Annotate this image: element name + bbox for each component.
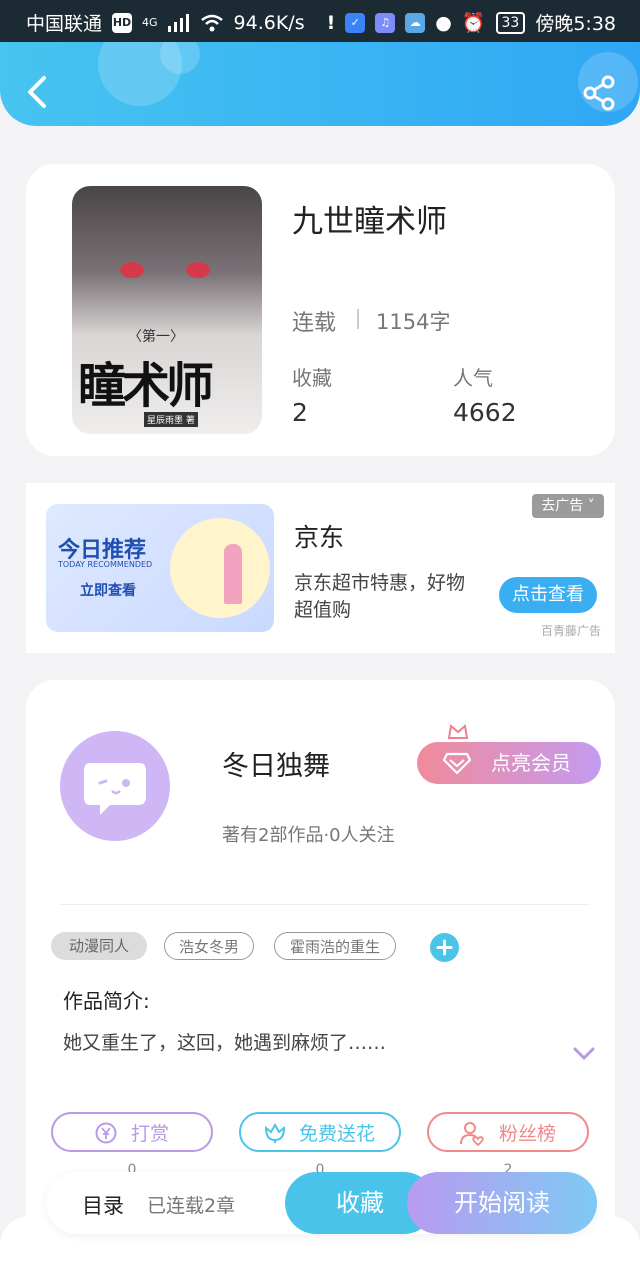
vip-button[interactable]: 点亮会员 bbox=[417, 742, 601, 784]
divider bbox=[357, 309, 359, 329]
popularity-value: 4662 bbox=[453, 398, 517, 427]
clock: 傍晚5:38 bbox=[535, 13, 616, 35]
book-cover[interactable]: 〈第一〉 瞳术师 星辰雨墨 著 bbox=[72, 186, 262, 434]
ad-image-figure bbox=[224, 544, 242, 604]
fan-ranking-label: 粉丝榜 bbox=[499, 1123, 557, 1145]
serial-status: 连载 bbox=[292, 311, 337, 336]
ad-source: 百青藤广告 bbox=[541, 624, 602, 638]
flower-icon bbox=[264, 1122, 286, 1143]
battery-indicator: 33 bbox=[495, 11, 526, 34]
crown-icon bbox=[447, 724, 469, 739]
user-heart-icon bbox=[460, 1122, 484, 1146]
cover-author: 星辰雨墨 著 bbox=[144, 412, 198, 427]
header-decoration bbox=[160, 42, 200, 74]
remove-ad-button[interactable]: 去广告 ˅ bbox=[532, 494, 604, 518]
avatar[interactable] bbox=[60, 731, 170, 841]
alarm-icon: ⏰ bbox=[461, 12, 486, 34]
author-stats: 著有2部作品·0人关注 bbox=[222, 825, 395, 846]
start-reading-button[interactable]: 开始阅读 bbox=[407, 1172, 597, 1234]
music-icon: ♫ bbox=[375, 12, 396, 33]
hd-icon: HD bbox=[112, 12, 133, 33]
add-tag-icon[interactable] bbox=[430, 933, 459, 962]
tag[interactable]: 动漫同人 bbox=[51, 932, 147, 960]
message-icon: ● bbox=[435, 11, 452, 34]
divider bbox=[60, 904, 590, 905]
book-title: 九世瞳术师 bbox=[292, 204, 447, 240]
wifi-icon bbox=[200, 14, 223, 31]
network-speed: 94.6K/s bbox=[233, 11, 305, 34]
ad-description: 京东超市特惠，好物超值购 bbox=[294, 572, 466, 621]
network-type-label: 4G bbox=[142, 16, 158, 29]
ad-image-subtitle: TODAY RECOMMENDED bbox=[58, 560, 153, 569]
intro-text: 她又重生了，这回，她遇到麻烦了…… bbox=[63, 1032, 387, 1054]
favorites-label: 收藏 bbox=[292, 366, 332, 390]
status-bar: 中国联通 HD 4G 94.6K/s ! ✓ ♫ ☁ ● ⏰ 33 傍晚5:38 bbox=[0, 0, 640, 42]
signal-icon bbox=[167, 13, 189, 32]
word-count: 1154字 bbox=[376, 310, 451, 334]
share-icon[interactable] bbox=[580, 74, 618, 112]
intro-label: 作品简介: bbox=[63, 989, 150, 1013]
carrier-label: 中国联通 bbox=[26, 13, 103, 35]
send-flower-button[interactable]: 免费送花 bbox=[239, 1112, 401, 1152]
ad-title: 京东 bbox=[294, 523, 345, 552]
header-bar bbox=[0, 42, 640, 126]
tag[interactable]: 霍雨浩的重生 bbox=[274, 932, 396, 960]
weather-icon: ☁ bbox=[405, 12, 426, 33]
alert-icon: ! bbox=[326, 11, 336, 34]
ad-image-cta: 立即查看 bbox=[80, 583, 136, 599]
reward-label: 打赏 bbox=[131, 1123, 170, 1145]
author-name: 冬日独舞 bbox=[222, 751, 330, 782]
favorites-value: 2 bbox=[292, 398, 308, 427]
chapter-count: 已连载2章 bbox=[147, 1195, 236, 1217]
ad-view-button[interactable]: 点击查看 bbox=[499, 577, 597, 613]
chevron-down-icon[interactable] bbox=[572, 1044, 596, 1062]
chevron-left-icon[interactable] bbox=[22, 74, 54, 110]
chat-bubble-icon bbox=[84, 763, 146, 815]
send-flower-label: 免费送花 bbox=[299, 1123, 376, 1145]
table-of-contents-button[interactable]: 目录 bbox=[82, 1190, 124, 1220]
shield-icon: ✓ bbox=[345, 12, 366, 33]
vip-button-label: 点亮会员 bbox=[491, 751, 571, 775]
ad-image[interactable]: 今日推荐 TODAY RECOMMENDED 立即查看 bbox=[46, 504, 274, 632]
yen-coin-icon bbox=[95, 1122, 117, 1144]
diamond-icon bbox=[443, 752, 471, 774]
cover-subtitle: 〈第一〉 bbox=[128, 329, 184, 345]
reward-button[interactable]: 打赏 bbox=[51, 1112, 213, 1152]
popularity-label: 人气 bbox=[453, 366, 493, 390]
cover-eyes bbox=[112, 256, 222, 286]
cover-title: 瞳术师 bbox=[78, 358, 214, 414]
tag[interactable]: 浩女冬男 bbox=[164, 932, 254, 960]
ad-image-illustration bbox=[170, 518, 270, 618]
fan-ranking-button[interactable]: 粉丝榜 bbox=[427, 1112, 589, 1152]
